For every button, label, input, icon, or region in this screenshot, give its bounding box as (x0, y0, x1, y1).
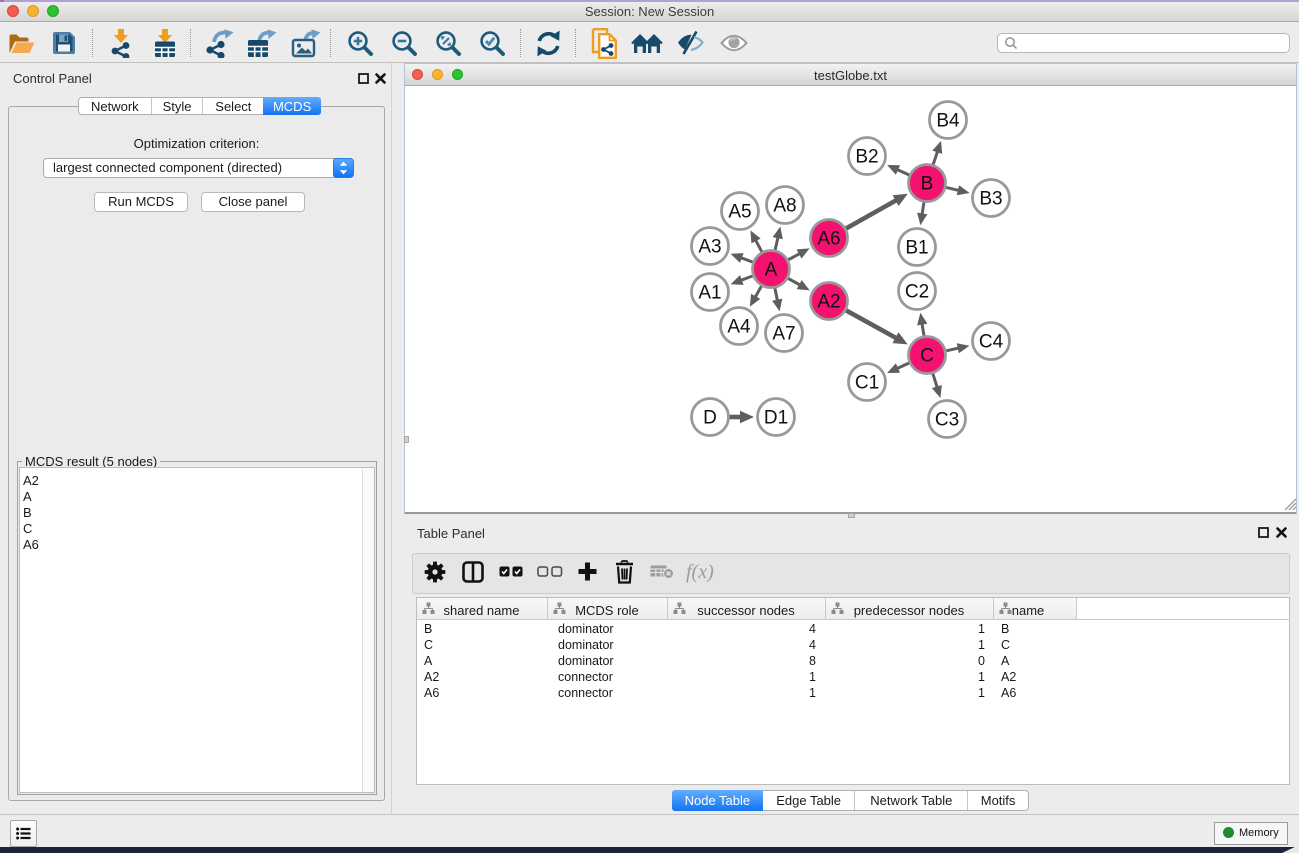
svg-text:C1: C1 (855, 373, 879, 394)
svg-text:C4: C4 (979, 332, 1004, 353)
svg-text:B: B (921, 174, 934, 195)
svg-text:D1: D1 (764, 408, 788, 429)
svg-text:D: D (703, 408, 717, 429)
svg-text:A6: A6 (817, 229, 840, 250)
svg-text:B1: B1 (905, 238, 928, 259)
svg-text:A4: A4 (727, 317, 751, 338)
svg-text:A1: A1 (698, 283, 721, 304)
svg-text:C: C (920, 346, 934, 367)
svg-text:A3: A3 (698, 237, 721, 258)
svg-text:C2: C2 (905, 282, 929, 303)
svg-text:A7: A7 (772, 324, 795, 345)
svg-text:B2: B2 (855, 147, 878, 168)
svg-text:A: A (765, 260, 778, 281)
svg-text:B3: B3 (979, 189, 1002, 210)
svg-text:A5: A5 (728, 202, 751, 223)
svg-text:A8: A8 (773, 196, 796, 217)
svg-text:A2: A2 (817, 292, 840, 313)
svg-text:B4: B4 (936, 111, 960, 132)
svg-text:C3: C3 (935, 410, 959, 431)
